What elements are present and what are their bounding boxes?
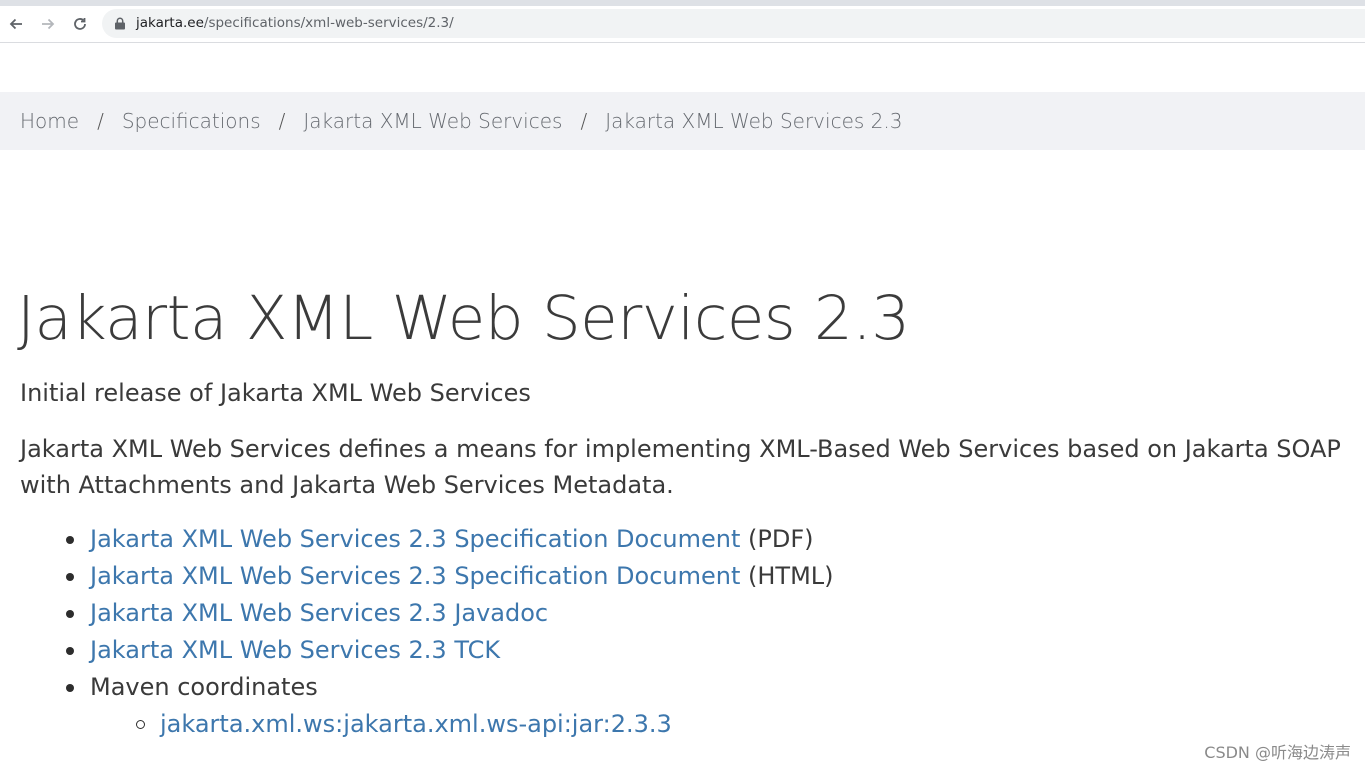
breadcrumb-list: Home / Specifications / Jakarta XML Web … bbox=[20, 109, 902, 133]
maven-coordinates-label: Maven coordinates bbox=[90, 673, 318, 701]
breadcrumb: Home / Specifications / Jakarta XML Web … bbox=[0, 92, 1365, 150]
maven-coordinate-link[interactable]: jakarta.xml.ws:jakarta.xml.ws-api:jar:2.… bbox=[160, 710, 672, 738]
breadcrumb-current: Jakarta XML Web Services 2.3 bbox=[605, 109, 903, 133]
list-item: jakarta.xml.ws:jakarta.xml.ws-api:jar:2.… bbox=[20, 706, 834, 743]
arrow-right-icon bbox=[42, 18, 55, 30]
breadcrumb-separator: / bbox=[97, 109, 104, 133]
page-subtitle: Initial release of Jakarta XML Web Servi… bbox=[20, 379, 531, 407]
arrow-left-icon bbox=[9, 18, 22, 30]
list-item: Jakarta XML Web Services 2.3 Specificati… bbox=[20, 558, 834, 595]
breadcrumb-xml-web-services[interactable]: Jakarta XML Web Services bbox=[303, 109, 562, 133]
browser-toolbar: jakarta.ee/specifications/xml-web-servic… bbox=[0, 6, 1365, 43]
tck-link[interactable]: Jakarta XML Web Services 2.3 TCK bbox=[90, 636, 500, 664]
forward-button[interactable] bbox=[38, 14, 58, 34]
javadoc-link[interactable]: Jakarta XML Web Services 2.3 Javadoc bbox=[90, 599, 548, 627]
page-description: Jakarta XML Web Services defines a means… bbox=[20, 435, 1341, 499]
list-item: Jakarta XML Web Services 2.3 TCK bbox=[20, 632, 834, 669]
format-label: (PDF) bbox=[748, 525, 814, 553]
address-bar[interactable]: jakarta.ee/specifications/xml-web-servic… bbox=[102, 9, 1365, 38]
bullet-icon bbox=[66, 684, 74, 692]
format-label: (HTML) bbox=[748, 562, 834, 590]
bullet-icon bbox=[66, 573, 74, 581]
reload-button[interactable] bbox=[70, 14, 90, 34]
spec-html-link[interactable]: Jakarta XML Web Services 2.3 Specificati… bbox=[90, 562, 740, 590]
breadcrumb-separator: / bbox=[278, 109, 286, 133]
list-item: Maven coordinates bbox=[20, 669, 834, 706]
bullet-icon bbox=[66, 647, 74, 655]
back-button[interactable] bbox=[6, 14, 26, 34]
bullet-icon bbox=[66, 536, 74, 544]
lock-icon bbox=[115, 17, 125, 30]
reload-icon bbox=[74, 18, 86, 30]
spec-pdf-link[interactable]: Jakarta XML Web Services 2.3 Specificati… bbox=[90, 525, 740, 553]
url-text[interactable]: jakarta.ee/specifications/xml-web-servic… bbox=[136, 15, 454, 31]
list-item: Jakarta XML Web Services 2.3 Javadoc bbox=[20, 595, 834, 632]
watermark: CSDN @听海边涛声 bbox=[1204, 743, 1351, 762]
breadcrumb-specifications[interactable]: Specifications bbox=[122, 109, 261, 133]
list-item: Jakarta XML Web Services 2.3 Specificati… bbox=[20, 521, 834, 558]
page-title: Jakarta XML Web Services 2.3 bbox=[17, 283, 910, 354]
url-host: jakarta.ee bbox=[136, 15, 204, 31]
resource-list: Jakarta XML Web Services 2.3 Specificati… bbox=[20, 521, 834, 743]
bullet-icon bbox=[66, 610, 74, 618]
breadcrumb-separator: / bbox=[580, 109, 588, 133]
breadcrumb-home[interactable]: Home bbox=[20, 109, 79, 133]
circle-bullet-icon bbox=[136, 720, 145, 729]
url-path: /specifications/xml-web-services/2.3/ bbox=[203, 15, 454, 31]
